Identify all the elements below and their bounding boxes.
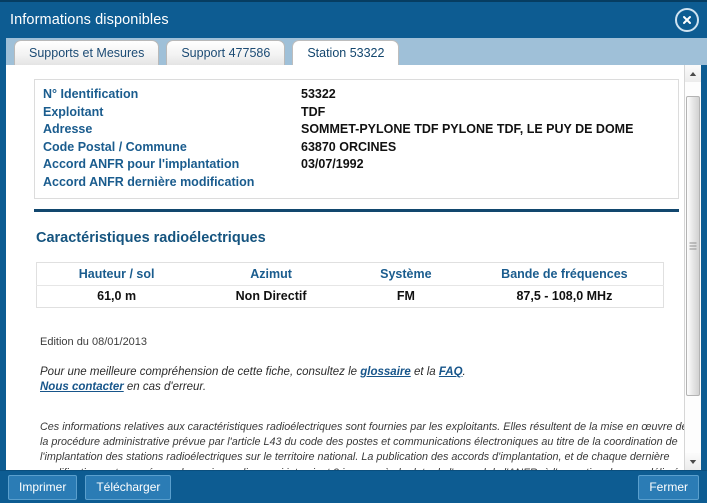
cell-bande-frequences: 87,5 - 108,0 MHz [516,289,613,303]
title-bar: Informations disponibles [0,2,707,38]
glossaire-link[interactable]: glossaire [360,366,411,378]
table-header-row: Hauteur / sol Azimut Système Bande de fr… [36,262,664,286]
info-value-accord-implantation: 03/07/1992 [301,157,364,171]
close-window-button[interactable] [675,8,699,32]
close-icon [683,16,691,24]
info-label-accord-derniere-modification: Accord ANFR dernière modification [43,174,255,189]
window-title: Informations disponibles [10,12,169,28]
note-text-suffix: . [462,366,466,378]
scroll-content: N° Identification 53322 Exploitant TDF A… [6,65,684,470]
info-row: Accord ANFR pour l'implantation 03/07/19… [43,156,670,174]
edition-date: Edition du 08/01/2013 [40,336,148,348]
cell-hauteur: 61,0 m [97,289,137,303]
section-divider [34,209,679,212]
chevron-up-icon [689,71,697,76]
scrollbar-track[interactable] [685,82,701,453]
faq-link[interactable]: FAQ [439,366,463,378]
vertical-scrollbar[interactable] [684,65,701,470]
info-value-adresse: SOMMET-PYLONE TDF PYLONE TDF, LE PUY DE … [301,122,634,136]
scroll-down-button[interactable] [685,453,701,470]
content-frame: N° Identification 53322 Exploitant TDF A… [0,65,707,470]
scrollbar-grip-icon [689,242,697,250]
info-label-identification: N° Identification [43,87,139,101]
dialog-button-bar: Imprimer Télécharger Fermer [0,470,707,503]
tab-label: Support 477586 [181,46,271,60]
cell-systeme: FM [396,289,415,303]
note-text-middle: et la [410,366,439,378]
info-label-adresse: Adresse [43,122,93,136]
column-header-bande-frequences: Bande de fréquences [465,262,664,286]
column-header-azimut: Azimut [196,262,346,286]
print-button[interactable]: Imprimer [8,474,78,500]
info-row: Adresse SOMMET-PYLONE TDF PYLONE TDF, LE… [43,121,670,139]
info-label-code-postal-commune: Code Postal / Commune [43,139,187,154]
table-row: 61,0 m Non Directif FM 87,5 - 108,0 MHz [37,286,664,308]
note-text-prefix: Pour une meilleure compréhension de cett… [40,366,361,378]
info-label-exploitant: Exploitant [43,104,104,119]
info-label-accord-implantation: Accord ANFR pour l'implantation [43,157,240,171]
cell-azimut: Non Directif [235,289,307,303]
note-line2-suffix: en cas d'erreur. [123,381,207,393]
tab-supports-et-mesures[interactable]: Supports et Mesures [14,40,160,65]
column-header-hauteur: Hauteur / sol [36,262,197,286]
tab-label: Supports et Mesures [29,46,145,60]
chevron-down-icon [689,459,697,464]
tab-support-477586[interactable]: Support 477586 [166,40,286,65]
close-button[interactable]: Fermer [638,474,699,500]
tab-station-53322[interactable]: Station 53322 [292,40,400,66]
tab-strip: Supports et Mesures Support 477586 Stati… [0,38,707,66]
info-value-exploitant: TDF [301,104,326,119]
station-identity-block: N° Identification 53322 Exploitant TDF A… [34,79,679,199]
section-title-radio: Caractéristiques radioélectriques [36,230,266,246]
comprehension-note: Pour une meilleure compréhension de cett… [40,365,666,395]
legal-disclaimer: Ces informations relatives aux caractéri… [40,421,684,470]
column-header-systeme: Système [345,262,466,286]
dialog-window: Informations disponibles Supports et Mes… [0,0,707,503]
info-value-code-postal-commune: 63870 ORCINES [301,139,397,154]
info-row: N° Identification 53322 [43,86,670,104]
info-value-identification: 53322 [301,87,336,101]
download-button[interactable]: Télécharger [85,474,172,500]
scroll-up-button[interactable] [685,65,701,82]
radio-characteristics-table: Hauteur / sol Azimut Système Bande de fr… [36,262,664,308]
scrollbar-thumb[interactable] [686,96,700,396]
nous-contacter-link[interactable]: Nous contacter [40,381,124,393]
info-row: Accord ANFR dernière modification [43,174,670,192]
info-row: Code Postal / Commune 63870 ORCINES [43,139,670,157]
info-row: Exploitant TDF [43,104,670,122]
tab-label: Station 53322 [307,46,385,60]
